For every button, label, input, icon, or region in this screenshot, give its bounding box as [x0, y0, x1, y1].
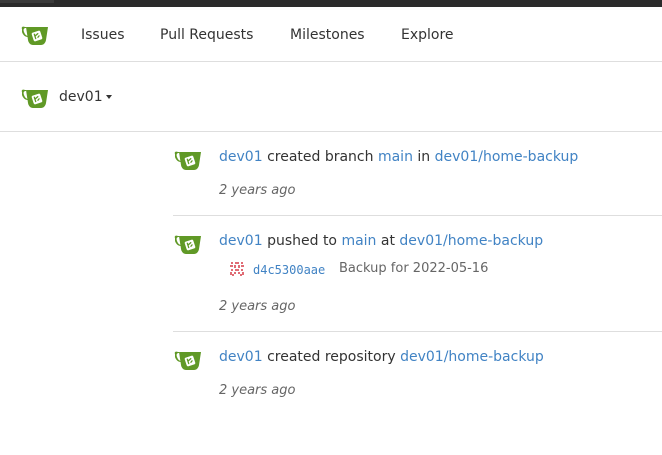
- nav-issues[interactable]: Issues: [81, 26, 125, 44]
- window-top-bar: [0, 0, 662, 7]
- context-user-name[interactable]: dev01: [59, 88, 103, 106]
- feed-preposition: in: [417, 149, 431, 165]
- top-navbar: Issues Pull Requests Milestones Explore: [0, 7, 662, 62]
- feed-action-text: created branch: [267, 149, 374, 165]
- identicon-icon: [229, 261, 245, 277]
- feed-item: dev01 created repository dev01/home-back…: [173, 348, 662, 416]
- window-top-bar-tab: [0, 0, 54, 3]
- feed-branch-link[interactable]: main: [341, 233, 376, 249]
- feed-timestamp: 2 years ago: [219, 299, 296, 314]
- user-avatar-icon[interactable]: [173, 348, 203, 372]
- user-avatar-icon[interactable]: [20, 86, 50, 110]
- feed-item: dev01 created branch main in dev01/home-…: [173, 148, 662, 216]
- feed-item: dev01 pushed to main at dev01/home-backu…: [173, 232, 662, 332]
- feed-user-link[interactable]: dev01: [219, 149, 263, 165]
- feed-user-link[interactable]: dev01: [219, 349, 263, 365]
- feed-preposition: at: [380, 233, 395, 249]
- chevron-down-icon[interactable]: [106, 95, 112, 99]
- feed-item-title: dev01 pushed to main at dev01/home-backu…: [219, 232, 543, 250]
- gitea-logo-icon[interactable]: [20, 23, 50, 47]
- feed-timestamp: 2 years ago: [219, 383, 296, 398]
- feed-action-text: created repository: [267, 349, 396, 365]
- nav-milestones[interactable]: Milestones: [290, 26, 365, 44]
- feed-action-text: pushed to: [267, 233, 337, 249]
- feed-item-title: dev01 created branch main in dev01/home-…: [219, 148, 578, 166]
- nav-pull-requests[interactable]: Pull Requests: [160, 26, 253, 44]
- feed-user-link[interactable]: dev01: [219, 233, 263, 249]
- feed-item-title: dev01 created repository dev01/home-back…: [219, 348, 544, 366]
- feed-repo-link[interactable]: dev01/home-backup: [400, 349, 544, 365]
- user-avatar-icon[interactable]: [173, 148, 203, 172]
- user-avatar-icon[interactable]: [173, 232, 203, 256]
- commit-sha-link[interactable]: d4c5300aae: [253, 262, 325, 278]
- feed-repo-link[interactable]: dev01/home-backup: [435, 149, 579, 165]
- feed-branch-link[interactable]: main: [378, 149, 413, 165]
- dashboard-context-switcher: dev01: [0, 62, 662, 132]
- feed-repo-link[interactable]: dev01/home-backup: [399, 233, 543, 249]
- commit-message: Backup for 2022-05-16: [339, 261, 489, 276]
- feed-timestamp: 2 years ago: [219, 183, 296, 198]
- nav-explore[interactable]: Explore: [401, 26, 454, 44]
